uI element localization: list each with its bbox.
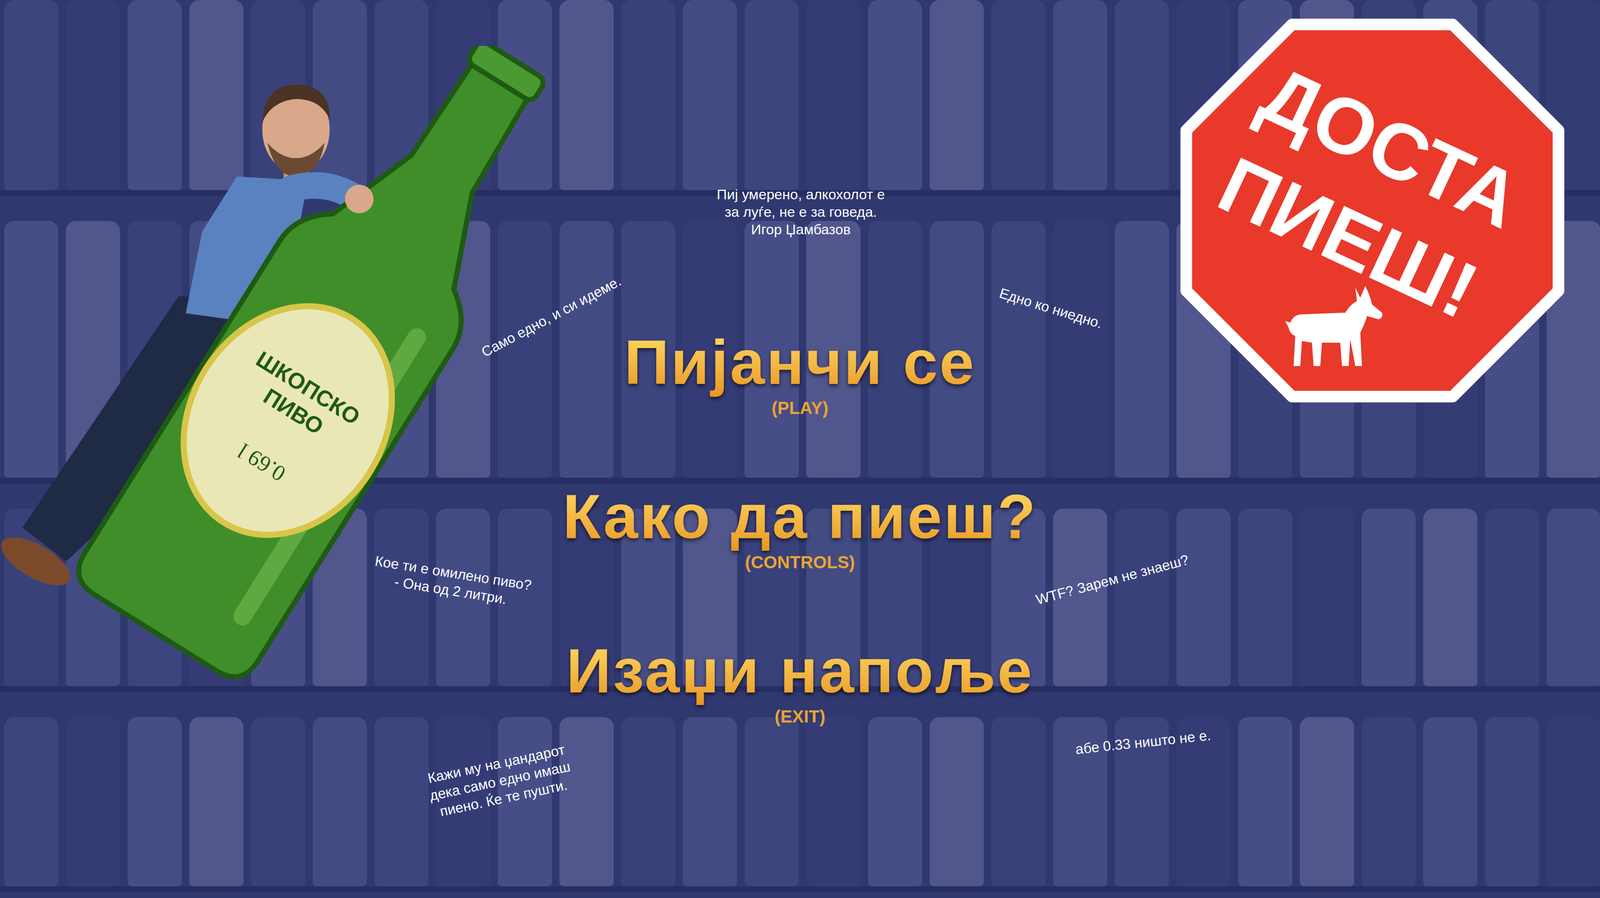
shoe xyxy=(0,527,78,595)
menu-item-hint: (CONTROLS) xyxy=(744,551,856,573)
quote-line: Пиј умерено, алкохолот е xyxy=(716,185,885,204)
menu-item-hint: (PLAY) xyxy=(771,397,829,419)
bottle-body xyxy=(68,45,572,687)
menu-item-label: Пијанчи се xyxy=(624,326,976,398)
quote-line: Игор Џамбазов xyxy=(750,220,851,239)
menu-item-label: Како да пиеш? xyxy=(562,481,1038,552)
bottle: ШКОПСКОПИВО0.69 l xyxy=(68,45,572,687)
main-menu-screen: Пијанчи се(PLAY) Како да пиеш?(CONTROLS) И… xyxy=(0,0,1600,898)
menu-item-label: Изаџи напоље xyxy=(566,635,1034,707)
quote-line: за луѓе, не е за говеда. xyxy=(724,203,877,221)
menu-item[interactable]: Пијанчи се(PLAY) xyxy=(624,326,976,419)
hand xyxy=(344,184,374,214)
bottle-lip xyxy=(466,45,547,103)
hair xyxy=(262,84,330,123)
quote: Пиј умерено, алкохолот еза луѓе, не е за… xyxy=(716,185,885,239)
man-hugging-bottle: ШКОПСКОПИВО0.69 l xyxy=(0,45,572,700)
stop-sign[interactable]: ДОСТАПИЕШ! xyxy=(1178,16,1567,405)
menu-item[interactable]: Како да пиеш?(CONTROLS) xyxy=(562,481,1038,573)
label-volume: 0.69 l xyxy=(233,438,291,487)
beard xyxy=(267,142,325,177)
menu-item-hint: (EXIT) xyxy=(774,706,826,728)
goat-icon xyxy=(1278,279,1387,372)
menu-item[interactable]: Изаџи напоље(EXIT) xyxy=(566,635,1034,728)
label-brand: ПИВО xyxy=(259,383,329,439)
bottle-label xyxy=(141,267,434,575)
